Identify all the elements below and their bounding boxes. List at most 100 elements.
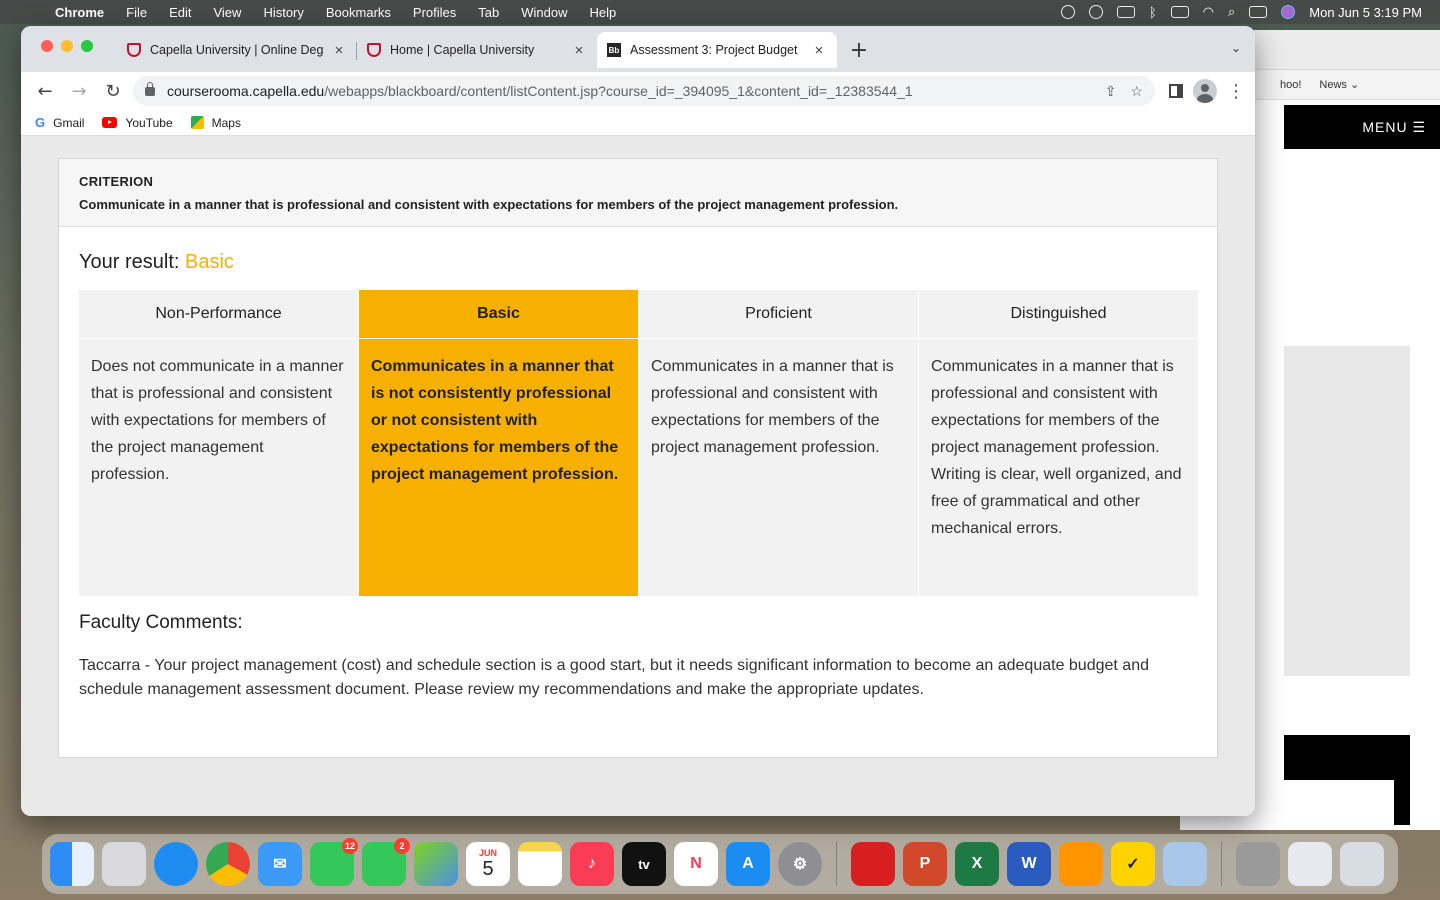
profile-avatar-icon[interactable]	[1193, 79, 1217, 103]
input-menu-icon[interactable]	[1116, 6, 1135, 18]
mail-icon[interactable]: ✉	[258, 842, 302, 886]
faculty-comments-title: Faculty Comments:	[79, 612, 243, 633]
bg-favorite-yahoo[interactable]: hoo!	[1280, 79, 1301, 91]
tab-close-icon[interactable]: ×	[331, 42, 347, 59]
bookmark-label: Maps	[211, 115, 241, 130]
books-icon[interactable]	[1059, 842, 1103, 886]
menu-help[interactable]: Help	[579, 5, 628, 20]
powerpoint-icon[interactable]: P	[903, 842, 947, 886]
control-center-icon[interactable]	[1249, 6, 1268, 18]
tab-assessment[interactable]: Bb Assessment 3: Project Budget ×	[597, 32, 837, 68]
capella-shield-icon	[367, 43, 381, 57]
reload-button[interactable]: ↻	[99, 77, 127, 105]
bookmark-maps[interactable]: Maps	[190, 115, 241, 130]
menu-app-name[interactable]: Chrome	[44, 5, 115, 20]
forward-button[interactable]: →	[65, 77, 93, 105]
rubric-cell-distinguished: Communicates in a manner that is profess…	[919, 339, 1198, 596]
rubric-cell-basic: Communicates in a manner that is not con…	[359, 339, 638, 596]
messages-icon[interactable]: 2	[362, 838, 410, 886]
menu-view[interactable]: View	[202, 5, 252, 20]
lock-icon[interactable]	[145, 81, 155, 96]
address-bar[interactable]: courserooma.capella.edu/webapps/blackboa…	[133, 76, 1155, 106]
menu-file[interactable]: File	[115, 5, 158, 20]
bookmark-label: Gmail	[53, 115, 85, 130]
url-host: courserooma.capella.edu	[167, 83, 325, 99]
calendar-month: JUN	[478, 847, 497, 858]
tab-capella-online[interactable]: Capella University | Online Deg ×	[117, 34, 357, 66]
battery-icon[interactable]	[1170, 6, 1189, 18]
sync-icon[interactable]	[1088, 5, 1103, 19]
macos-dock: ✉ 12 2 JUN 5 ♪ tv N A ⚙ P X W ✓	[42, 834, 1398, 894]
siri-icon[interactable]	[1281, 5, 1296, 19]
word-icon[interactable]: W	[1007, 842, 1051, 886]
menu-history[interactable]: History	[252, 5, 314, 20]
rubric-cell-non-performance: Does not communicate in a manner that is…	[79, 339, 358, 596]
dock-separator	[1221, 842, 1222, 886]
window-controls	[41, 40, 93, 52]
bluetooth-icon[interactable]: ᛒ	[1149, 5, 1157, 20]
back-button[interactable]: ←	[31, 77, 59, 105]
result-label: Your result:	[79, 251, 180, 273]
menu-window[interactable]: Window	[510, 5, 578, 20]
tab-capella-home[interactable]: Home | Capella University ×	[357, 34, 597, 66]
bookmark-star-icon[interactable]: ☆	[1130, 83, 1143, 100]
bg-menu-button[interactable]: MENU ☰	[1284, 105, 1440, 149]
excel-icon[interactable]: X	[955, 842, 999, 886]
bookmark-youtube[interactable]: YouTube	[102, 115, 173, 130]
tab-search-chevron-icon[interactable]: ⌄	[1231, 41, 1241, 55]
result-line: Your result: Basic	[59, 227, 1217, 290]
new-tab-button[interactable]: +	[845, 36, 873, 64]
page-content: CRITERION Communicate in a manner that i…	[21, 136, 1255, 816]
macos-menubar: Chrome File Edit View History Bookmarks …	[0, 0, 1440, 24]
tab-close-icon[interactable]: ×	[811, 42, 827, 59]
music-icon[interactable]: ♪	[570, 842, 614, 886]
finder-icon[interactable]	[50, 842, 94, 886]
side-panel-icon[interactable]	[1169, 84, 1183, 98]
youtube-icon	[102, 117, 118, 128]
app-store-icon[interactable]: A	[726, 842, 770, 886]
zoom-window-button[interactable]	[81, 40, 93, 52]
safari-icon[interactable]	[154, 842, 198, 886]
url-path: /webapps/blackboard/content/listContent.…	[324, 83, 913, 99]
appletv-icon[interactable]: tv	[622, 842, 666, 886]
tab-label: Home | Capella University	[390, 43, 535, 57]
share-icon[interactable]: ⇪	[1105, 83, 1117, 100]
norton-icon[interactable]: ✓	[1111, 842, 1155, 886]
bookmarks-bar: G Gmail YouTube Maps	[21, 110, 1255, 136]
chrome-window: Capella University | Online Deg × Home |…	[21, 26, 1255, 816]
more-menu-icon[interactable]: ⋮	[1227, 81, 1245, 102]
launchpad-icon[interactable]	[102, 842, 146, 886]
notes-icon[interactable]	[518, 842, 562, 886]
menubar-clock[interactable]: Mon Jun 5 3:19 PM	[1309, 5, 1422, 20]
calendar-icon[interactable]: JUN 5	[466, 842, 510, 886]
tab-label: Assessment 3: Project Budget	[630, 43, 798, 57]
preview-icon[interactable]	[1163, 842, 1207, 886]
rubric-header-basic: Basic	[359, 290, 638, 338]
bookmark-label: YouTube	[125, 115, 173, 130]
wifi-icon[interactable]: ◠	[1203, 4, 1214, 20]
minimize-window-button[interactable]	[61, 40, 73, 52]
acrobat-icon[interactable]	[851, 842, 895, 886]
tab-close-icon[interactable]: ×	[571, 42, 587, 59]
news-icon[interactable]: N	[674, 842, 718, 886]
creative-cloud-icon[interactable]	[1060, 5, 1075, 19]
tab-label: Capella University | Online Deg	[150, 43, 324, 57]
document-stack-icon[interactable]	[1288, 842, 1332, 886]
menu-edit[interactable]: Edit	[158, 5, 202, 20]
maps-app-icon[interactable]	[414, 842, 458, 886]
close-window-button[interactable]	[41, 40, 53, 52]
facetime-icon[interactable]: 12	[310, 838, 358, 886]
bg-favorite-news[interactable]: News ⌄	[1319, 78, 1359, 91]
scanner-icon[interactable]	[1236, 842, 1280, 886]
spotlight-search-icon[interactable]: ⌕	[1228, 4, 1235, 20]
menu-tab[interactable]: Tab	[467, 5, 510, 20]
menu-profiles[interactable]: Profiles	[402, 5, 467, 20]
rubric-cell-proficient: Communicates in a manner that is profess…	[639, 339, 918, 596]
menu-bookmarks[interactable]: Bookmarks	[315, 5, 402, 20]
criterion-heading: CRITERION	[79, 174, 154, 189]
system-settings-icon[interactable]: ⚙	[778, 842, 822, 886]
toolbar-right: ⋮	[1161, 79, 1245, 103]
bookmark-gmail[interactable]: G Gmail	[35, 115, 84, 130]
chrome-icon[interactable]	[206, 842, 250, 886]
trash-icon[interactable]	[1340, 842, 1384, 886]
